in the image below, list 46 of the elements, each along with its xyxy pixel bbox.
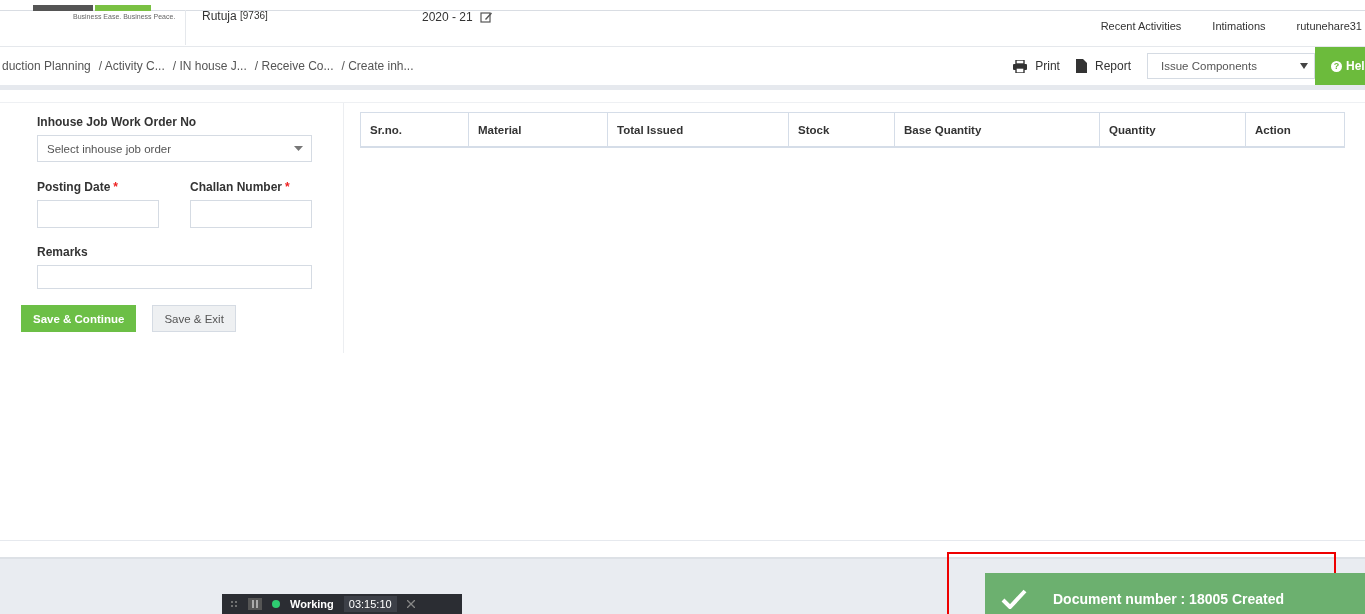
- user-name: Rutuja: [202, 9, 237, 23]
- field-label: Remarks: [37, 245, 88, 259]
- field-label: Inhouse Job Work Order No: [37, 115, 198, 129]
- input-field[interactable]: [37, 200, 159, 228]
- remarks-field[interactable]: [37, 265, 312, 289]
- breadcrumb-link[interactable]: duction Planning: [2, 59, 91, 73]
- fiscal-year: 2020 - 21: [422, 10, 473, 24]
- nav-link[interactable]: Recent Activities: [1100, 20, 1182, 32]
- required-mark: *: [113, 180, 118, 194]
- nav-link[interactable]: rutunehare31: [1296, 20, 1362, 32]
- pause-icon[interactable]: [248, 598, 262, 610]
- column-header: Action: [1254, 122, 1292, 138]
- breadcrumb-link[interactable]: / Activity C...: [98, 59, 165, 73]
- drag-handle-icon[interactable]: [230, 600, 238, 608]
- user-code: [9736]: [240, 10, 268, 21]
- toast-message: Document number : 18005 Created: [1053, 590, 1285, 607]
- column-header: Quantity: [1100, 113, 1246, 146]
- nav-link[interactable]: Intimations: [1212, 20, 1266, 32]
- timer-time: 03:15:10: [343, 596, 397, 612]
- required-mark: *: [285, 180, 290, 194]
- caret-icon: [294, 146, 303, 151]
- column-header: Base Quantity: [895, 113, 1100, 146]
- timer-status: Working: [290, 598, 334, 610]
- column-header: Sr.no.: [361, 113, 469, 146]
- column-header: Stock: [789, 113, 895, 146]
- breadcrumb-link[interactable]: / IN house J...: [172, 59, 247, 73]
- column-header: Total Issued: [608, 113, 789, 146]
- breadcrumb-link[interactable]: / Receive Co...: [254, 59, 334, 73]
- caret-icon: [1300, 63, 1308, 69]
- document-icon[interactable]: [1075, 59, 1087, 73]
- field-label: Posting Date: [37, 180, 111, 194]
- edit-icon[interactable]: [479, 11, 493, 23]
- job-order-dropdown[interactable]: Select inhouse job order: [37, 135, 312, 162]
- help-icon: ?: [1331, 60, 1342, 72]
- report-link[interactable]: Report: [1094, 59, 1131, 73]
- field-label: Challan Number: [190, 180, 282, 194]
- input-field[interactable]: [190, 200, 312, 228]
- print-link[interactable]: Print: [1035, 59, 1060, 73]
- breadcrumb-link[interactable]: / Create inh...: [341, 59, 414, 73]
- check-icon: [1001, 588, 1027, 609]
- status-dot-icon: [272, 600, 280, 608]
- close-icon[interactable]: [406, 600, 415, 608]
- print-icon[interactable]: [1013, 59, 1028, 73]
- component-select[interactable]: Issue Components: [1147, 53, 1315, 79]
- save-exit-button[interactable]: Save & Exit: [152, 305, 236, 332]
- column-header: Material: [469, 113, 608, 146]
